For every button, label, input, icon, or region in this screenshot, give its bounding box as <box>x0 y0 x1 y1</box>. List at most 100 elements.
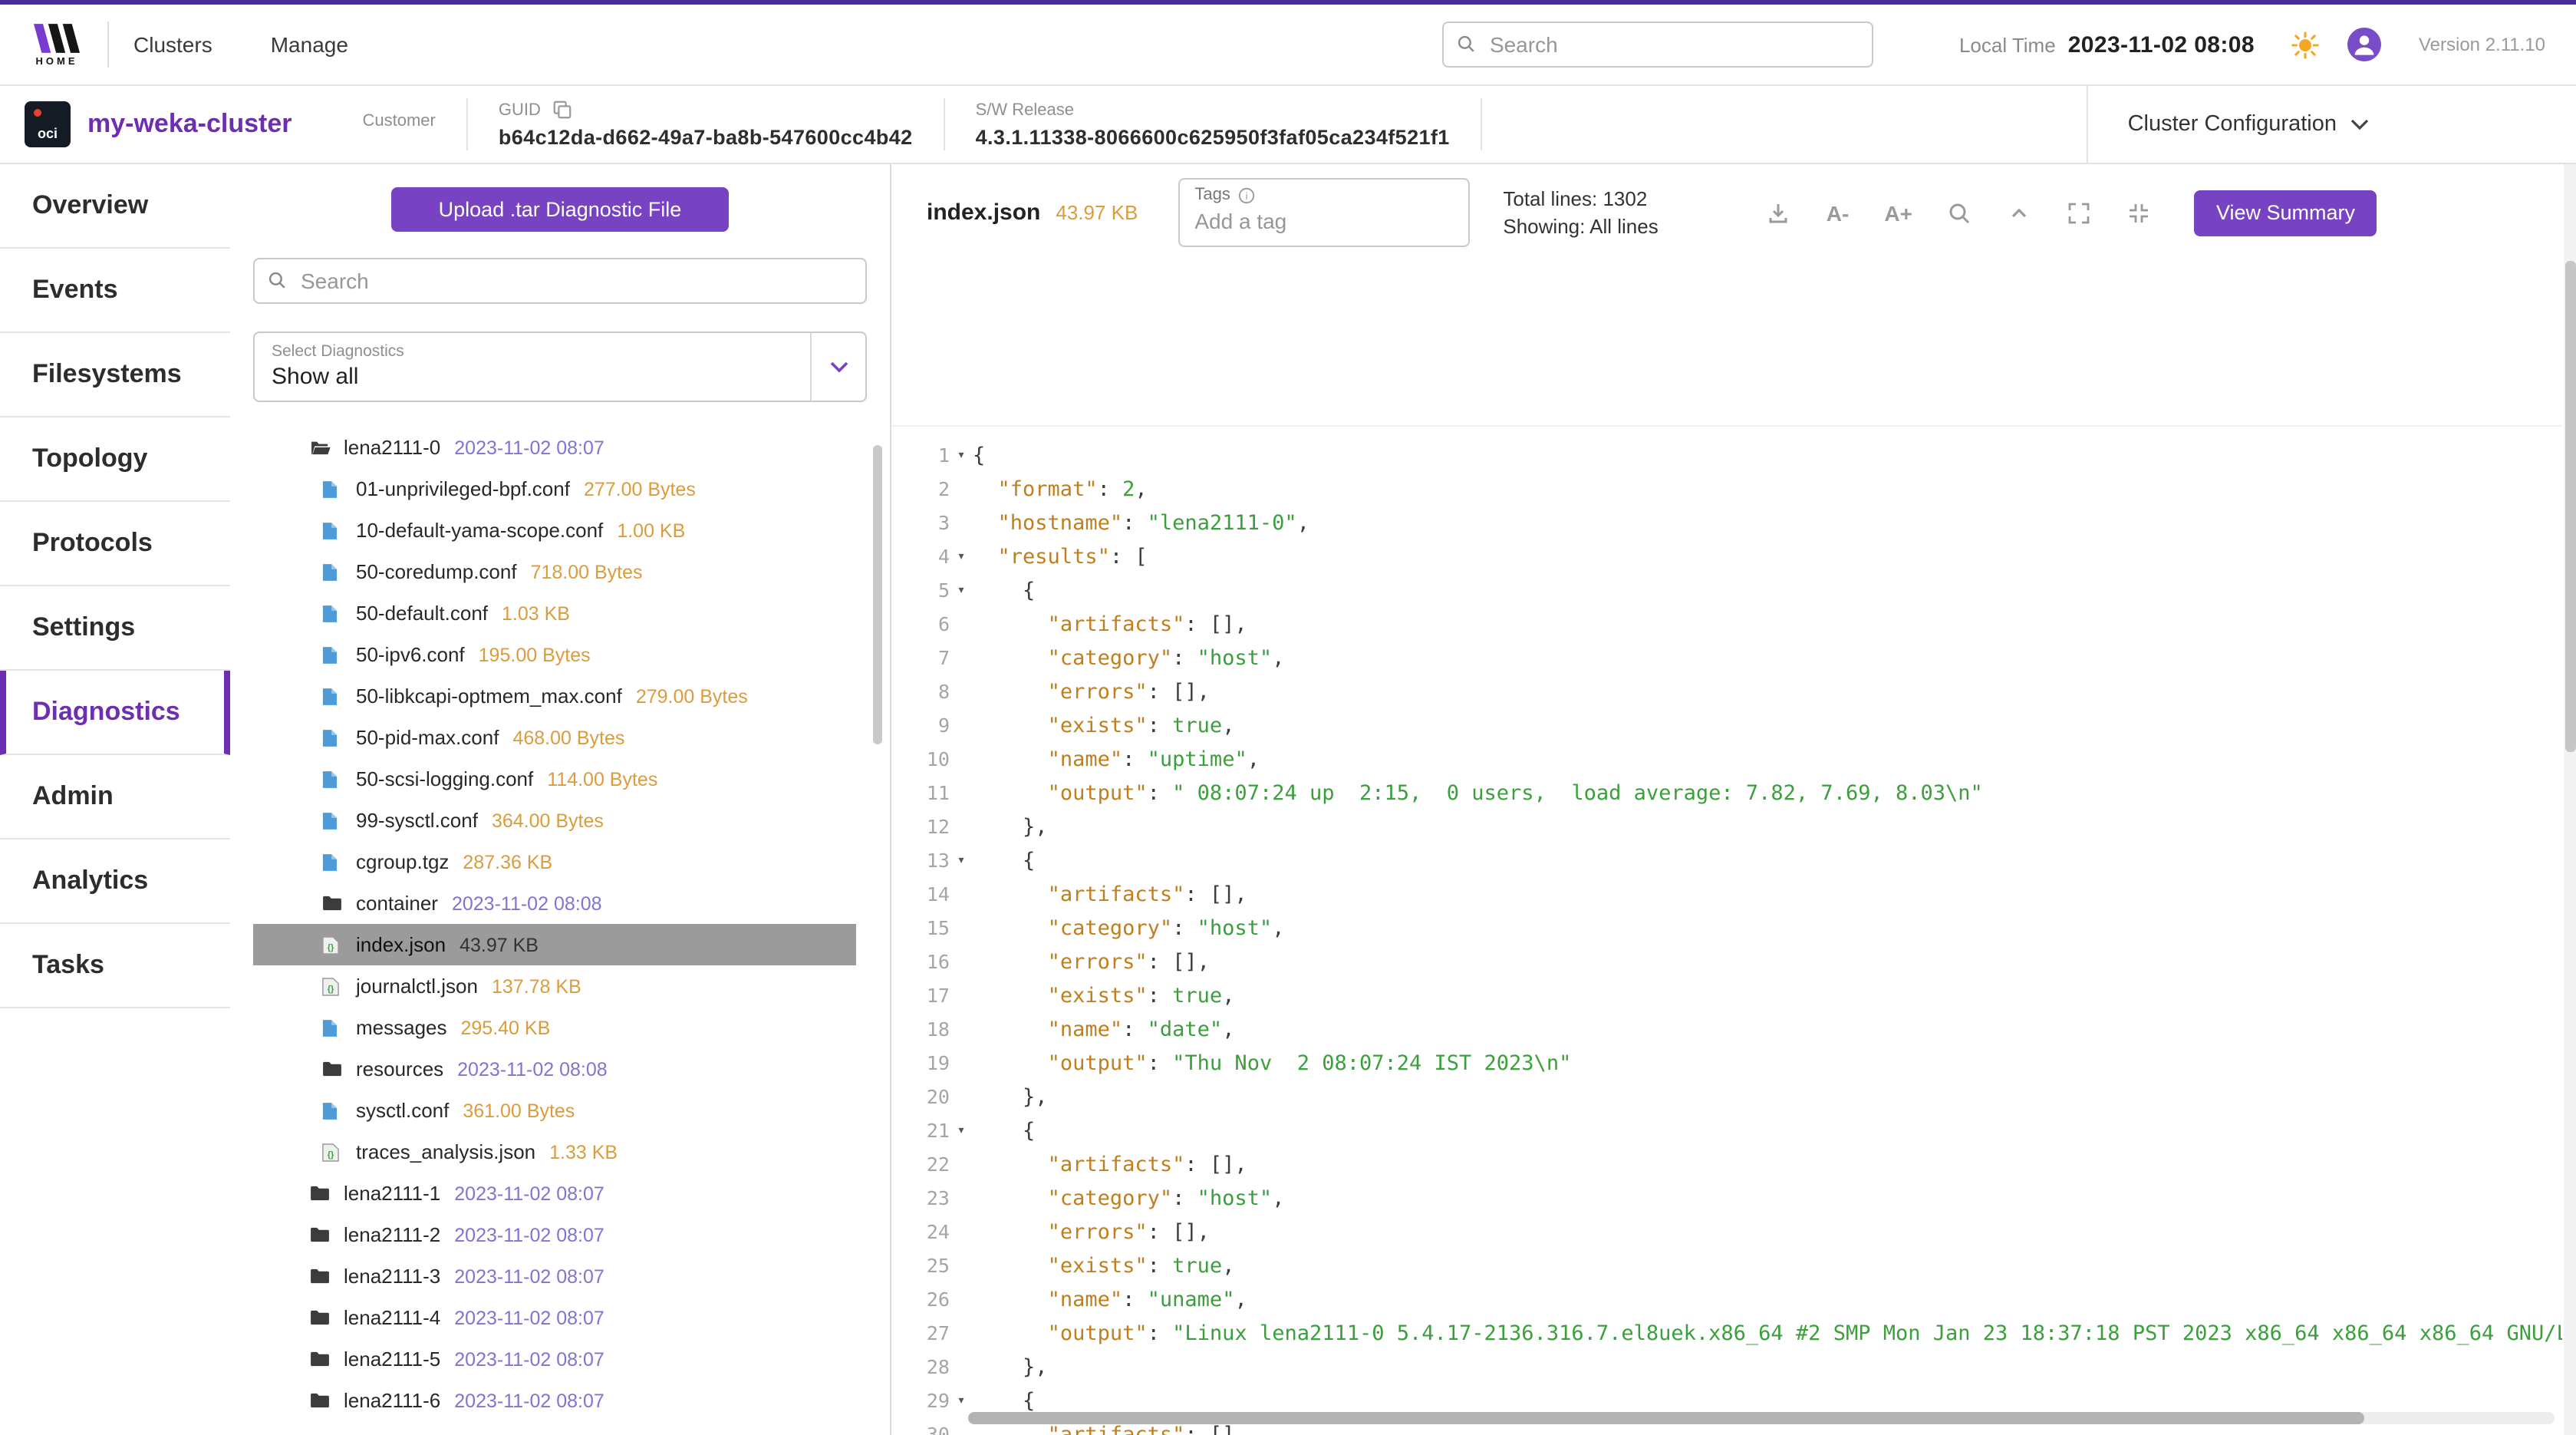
fold-arrow-icon[interactable]: ▾ <box>950 540 973 574</box>
code-text: }, <box>973 1080 1048 1114</box>
sidebar-item-filesystems[interactable]: Filesystems <box>0 333 230 417</box>
tree-item-name: 01-unprivileged-bpf.conf <box>356 477 570 500</box>
file-icon <box>322 1018 345 1037</box>
tree-row[interactable]: resources 2023-11-02 08:08 <box>253 1048 856 1090</box>
tree-row[interactable]: 50-coredump.conf718.00 Bytes <box>253 551 856 592</box>
tree-row[interactable]: 50-libkcapi-optmem_max.conf279.00 Bytes <box>253 675 856 717</box>
line-number: 17 <box>891 979 950 1013</box>
tree-item-name: 50-default.conf <box>356 602 488 625</box>
tree-row[interactable]: 50-ipv6.conf195.00 Bytes <box>253 634 856 675</box>
tree-row[interactable]: lena2111-02023-11-02 08:07 <box>253 427 856 468</box>
folder-icon <box>310 1309 333 1326</box>
tree-item-name: resources <box>356 1057 443 1080</box>
code-line: 18 "name": "date", <box>891 1013 2562 1047</box>
fold-spacer <box>950 777 973 810</box>
tree-row[interactable]: 01-unprivileged-bpf.conf277.00 Bytes <box>253 468 856 510</box>
add-tag-input[interactable] <box>1194 209 1452 233</box>
tree-row[interactable]: lena2111-42023-11-02 08:07 <box>253 1297 856 1338</box>
nav-clusters[interactable]: Clusters <box>133 32 212 57</box>
sw-release-value: 4.3.1.11338-8066600c625950f3faf05ca234f5… <box>976 125 1450 148</box>
select-diagnostics-dropdown[interactable]: Select Diagnostics Show all <box>253 332 867 402</box>
fold-arrow-icon[interactable]: ▾ <box>950 574 973 608</box>
sidebar-item-events[interactable]: Events <box>0 249 230 333</box>
tree-row[interactable]: 99-sysctl.conf364.00 Bytes <box>253 800 856 841</box>
vertical-scrollbar-thumb[interactable] <box>2565 261 2576 752</box>
fold-spacer <box>950 1148 973 1182</box>
info-icon[interactable]: i <box>1238 187 1255 204</box>
code-search-button[interactable] <box>1948 200 1972 225</box>
sidebar-item-topology[interactable]: Topology <box>0 417 230 502</box>
viewer-toolbar: A- A+ View Summary <box>1767 190 2377 236</box>
tree-row[interactable]: {}index.json43.97 KB <box>253 924 856 965</box>
fit-view-button[interactable] <box>2127 200 2152 225</box>
line-number: 12 <box>891 810 950 844</box>
cluster-configuration-dropdown[interactable]: Cluster Configuration <box>2087 85 2369 163</box>
global-search-input[interactable] <box>1442 21 1873 68</box>
tree-row[interactable]: cgroup.tgz287.36 KB <box>253 841 856 882</box>
nav-manage[interactable]: Manage <box>271 32 348 57</box>
folder-icon <box>310 1185 333 1202</box>
line-number: 24 <box>891 1216 950 1249</box>
tree-row[interactable]: container2023-11-02 08:08 <box>253 882 856 924</box>
tree-item-name: lena2111-5 <box>344 1348 440 1371</box>
fold-spacer <box>950 709 973 743</box>
fold-arrow-icon[interactable]: ▾ <box>950 844 973 878</box>
fold-arrow-icon[interactable]: ▾ <box>950 439 973 473</box>
tree-row[interactable]: 10-default-yama-scope.conf1.00 KB <box>253 510 856 551</box>
fold-arrow-icon[interactable]: ▾ <box>950 1114 973 1148</box>
top-nav: Clusters Manage <box>133 32 407 57</box>
vertical-scrollbar[interactable] <box>2564 164 2576 1435</box>
horizontal-scrollbar-thumb[interactable] <box>968 1412 2364 1424</box>
download-button[interactable] <box>1767 200 1791 225</box>
sidebar-item-tasks[interactable]: Tasks <box>0 924 230 1008</box>
line-number: 23 <box>891 1182 950 1216</box>
sidebar-item-protocols[interactable]: Protocols <box>0 502 230 586</box>
font-increase-button[interactable]: A+ <box>1884 202 1912 223</box>
tree-row[interactable]: lena2111-12023-11-02 08:07 <box>253 1173 856 1214</box>
font-decrease-button[interactable]: A- <box>1827 202 1850 223</box>
code-line: 19 "output": "Thu Nov 2 08:07:24 IST 202… <box>891 1047 2562 1080</box>
upload-diagnostic-button[interactable]: Upload .tar Diagnostic File <box>391 187 729 232</box>
view-summary-button[interactable]: View Summary <box>2195 190 2377 236</box>
logo-home-label: HOME <box>36 56 78 67</box>
sidebar-item-settings[interactable]: Settings <box>0 586 230 671</box>
fold-spacer <box>950 675 973 709</box>
code-line: 26 "name": "uname", <box>891 1283 2562 1317</box>
sidebar-item-analytics[interactable]: Analytics <box>0 840 230 924</box>
file-panel-scrollbar[interactable] <box>873 445 882 744</box>
code-text: "exists": true, <box>973 1249 1234 1283</box>
tree-row[interactable]: 50-scsi-logging.conf114.00 Bytes <box>253 758 856 800</box>
line-number: 10 <box>891 743 950 777</box>
dropdown-caret[interactable] <box>810 333 865 401</box>
tree-row[interactable]: lena2111-22023-11-02 08:07 <box>253 1214 856 1255</box>
file-search-input[interactable] <box>253 258 867 304</box>
tree-row[interactable]: {}journalctl.json137.78 KB <box>253 965 856 1007</box>
line-number: 21 <box>891 1114 950 1148</box>
tree-row[interactable]: lena2111-32023-11-02 08:07 <box>253 1255 856 1297</box>
copy-guid-button[interactable] <box>553 100 573 120</box>
viewer-file-name: index.json <box>927 200 1040 226</box>
tree-row[interactable]: lena2111-52023-11-02 08:07 <box>253 1338 856 1380</box>
tree-row[interactable]: messages295.40 KB <box>253 1007 856 1048</box>
json-viewer-panel: index.json 43.97 KB Tags i Total lines: … <box>890 164 2576 1435</box>
sidebar-item-admin[interactable]: Admin <box>0 755 230 840</box>
code-line: 8 "errors": [], <box>891 675 2562 709</box>
horizontal-scrollbar[interactable] <box>968 1412 2555 1424</box>
tree-row[interactable]: lena2111-62023-11-02 08:07 <box>253 1380 856 1421</box>
sidebar-item-diagnostics[interactable]: Diagnostics <box>0 671 230 755</box>
fullscreen-button[interactable] <box>2067 200 2092 225</box>
collapse-all-button[interactable] <box>2008 200 2032 225</box>
user-avatar[interactable] <box>2348 28 2382 61</box>
tree-row[interactable]: 50-default.conf1.03 KB <box>253 592 856 634</box>
theme-toggle-button[interactable] <box>2291 30 2321 59</box>
tree-item-meta: 2023-11-02 08:08 <box>457 1058 608 1080</box>
weka-home-logo[interactable]: HOME <box>21 22 92 67</box>
line-number: 22 <box>891 1148 950 1182</box>
tree-row[interactable]: 50-pid-max.conf468.00 Bytes <box>253 717 856 758</box>
code-line: 10 "name": "uptime", <box>891 743 2562 777</box>
code-line: 23 "category": "host", <box>891 1182 2562 1216</box>
tree-row[interactable]: {}traces_analysis.json1.33 KB <box>253 1131 856 1173</box>
tree-row[interactable]: sysctl.conf361.00 Bytes <box>253 1090 856 1131</box>
sidebar-item-overview[interactable]: Overview <box>0 164 230 249</box>
tree-item-meta: 114.00 Bytes <box>547 768 657 790</box>
